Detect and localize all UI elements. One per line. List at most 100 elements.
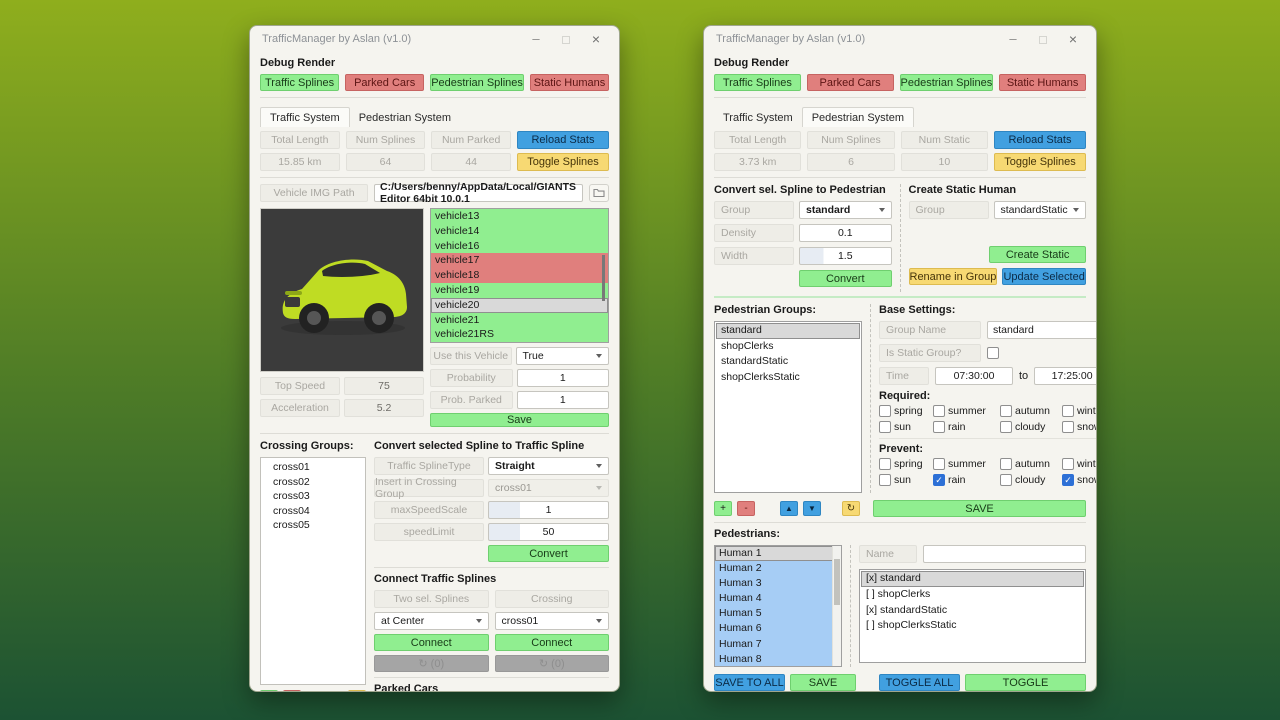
assignment-item[interactable]: [x] standardStatic xyxy=(861,603,1084,619)
vehicle-list-item[interactable]: vehicle19 xyxy=(431,283,608,298)
maximize-icon[interactable] xyxy=(551,26,581,52)
crossing-group-item[interactable]: cross03 xyxy=(261,489,365,504)
reload-stats-button[interactable]: Reload Stats xyxy=(994,131,1086,149)
move-group-up-button[interactable]: ▲ xyxy=(780,501,798,516)
pedestrian-group-item-selected[interactable]: standard xyxy=(716,323,860,339)
traffic-splines-toggle-button[interactable]: Traffic Splines xyxy=(260,74,339,91)
pedestrian-item-selected[interactable]: Human 1 xyxy=(715,546,833,561)
vehicle-list-item[interactable]: vehicle17 xyxy=(431,253,608,268)
max-speed-scale-field[interactable]: 1 xyxy=(488,501,609,519)
pedestrian-item[interactable]: Human 7 xyxy=(715,637,833,652)
required-winter-checkbox[interactable]: winter xyxy=(1062,405,1097,417)
pedestrian-group-item[interactable]: standardStatic xyxy=(716,354,860,370)
remove-crossing-group-button[interactable]: - xyxy=(283,690,301,692)
refresh-groups-button[interactable]: ↻ xyxy=(842,501,860,516)
toggle-splines-button[interactable]: Toggle Splines xyxy=(994,153,1086,171)
maximize-icon[interactable] xyxy=(1028,26,1058,52)
pedestrian-group-select[interactable]: standard xyxy=(799,201,892,219)
density-field[interactable]: 0.1 xyxy=(799,224,892,242)
pedestrian-item[interactable]: Human 2 xyxy=(715,561,833,576)
required-snow-checkbox[interactable]: snow xyxy=(1062,421,1097,433)
parked-cars-toggle-button[interactable]: Parked Cars xyxy=(807,74,894,91)
assignment-item[interactable]: [ ] shopClerks xyxy=(861,587,1084,603)
toggle-splines-button[interactable]: Toggle Splines xyxy=(517,153,609,171)
prob-parked-field[interactable]: 1 xyxy=(517,391,610,409)
save-to-all-button[interactable]: SAVE TO ALL xyxy=(714,674,785,691)
connect-crossing-select[interactable]: cross01 xyxy=(495,612,610,630)
prevent-autumn-checkbox[interactable]: autumn xyxy=(1000,458,1058,470)
vehicle-list-item[interactable]: vehicle16 xyxy=(431,239,608,254)
reload-stats-button[interactable]: Reload Stats xyxy=(517,131,609,149)
save-group-button[interactable]: SAVE xyxy=(873,500,1086,517)
add-pedestrian-group-button[interactable]: + xyxy=(714,501,732,516)
crossing-group-item[interactable]: cross04 xyxy=(261,504,365,519)
probability-field[interactable]: 1 xyxy=(517,369,610,387)
move-group-down-button[interactable]: ▼ xyxy=(803,501,821,516)
add-crossing-group-button[interactable]: + xyxy=(260,690,278,692)
width-field[interactable]: 1.5 xyxy=(799,247,892,265)
pedestrian-splines-toggle-button[interactable]: Pedestrian Splines xyxy=(900,74,994,91)
titlebar[interactable]: TrafficManager by Aslan (v1.0) – × xyxy=(250,26,619,52)
pedestrian-item[interactable]: Human 3 xyxy=(715,576,833,591)
vehicle-list-item[interactable]: vehicle21 xyxy=(431,313,608,328)
rename-in-group-button[interactable]: Rename in Group xyxy=(909,268,998,285)
use-vehicle-select[interactable]: True xyxy=(516,347,610,365)
static-humans-toggle-button[interactable]: Static Humans xyxy=(999,74,1086,91)
close-icon[interactable]: × xyxy=(1058,26,1088,52)
tab-traffic-system[interactable]: Traffic System xyxy=(260,107,350,127)
convert-spline-button[interactable]: Convert xyxy=(488,545,609,562)
required-sun-checkbox[interactable]: sun xyxy=(879,421,929,433)
vehicle-img-path-field[interactable]: C:/Users/benny/AppData/Local/GIANTS Edit… xyxy=(374,184,583,202)
pedestrian-name-field[interactable] xyxy=(923,545,1086,563)
minimize-icon[interactable]: – xyxy=(998,26,1028,52)
prevent-winter-checkbox[interactable]: winter xyxy=(1062,458,1097,470)
vehicle-list-scrollbar[interactable] xyxy=(602,255,605,301)
assignment-item-selected[interactable]: [x] standard xyxy=(861,571,1084,587)
tab-pedestrian-system[interactable]: Pedestrian System xyxy=(350,108,460,127)
pedestrians-scrollbar[interactable] xyxy=(832,546,841,666)
vehicle-list-item[interactable]: vehicle18 xyxy=(431,268,608,283)
prevent-snow-checkbox[interactable]: snow xyxy=(1062,474,1097,486)
prevent-summer-checkbox[interactable]: summer xyxy=(933,458,996,470)
crossing-group-item[interactable]: cross05 xyxy=(261,518,365,533)
create-static-button[interactable]: Create Static xyxy=(989,246,1086,263)
crossing-group-item[interactable]: cross02 xyxy=(261,475,365,490)
pedestrian-item[interactable]: Human 8 xyxy=(715,652,833,667)
pedestrian-group-item[interactable]: shopClerks xyxy=(716,339,860,355)
required-cloudy-checkbox[interactable]: cloudy xyxy=(1000,421,1058,433)
speed-limit-field[interactable]: 50 xyxy=(488,523,609,541)
toggle-all-button[interactable]: TOGGLE ALL xyxy=(879,674,960,691)
required-rain-checkbox[interactable]: rain xyxy=(933,421,996,433)
prevent-sun-checkbox[interactable]: sun xyxy=(879,474,929,486)
update-selected-button[interactable]: Update Selected xyxy=(1002,268,1086,285)
insert-crossing-group-select[interactable]: cross01 xyxy=(488,479,609,497)
required-autumn-checkbox[interactable]: autumn xyxy=(1000,405,1058,417)
scrollbar-thumb[interactable] xyxy=(834,559,840,605)
tab-traffic-system[interactable]: Traffic System xyxy=(714,108,802,127)
static-humans-toggle-button[interactable]: Static Humans xyxy=(530,74,609,91)
vehicle-list-item-selected[interactable]: vehicle20 xyxy=(431,298,608,313)
pedestrian-group-item[interactable]: shopClerksStatic xyxy=(716,370,860,386)
pedestrian-item[interactable]: Human 5 xyxy=(715,606,833,621)
remove-pedestrian-group-button[interactable]: - xyxy=(737,501,755,516)
is-static-group-checkbox[interactable] xyxy=(987,347,999,359)
undo-connect-splines-button[interactable]: ↻ (0) xyxy=(374,655,489,672)
vehicle-list-item[interactable]: vehicle14 xyxy=(431,224,608,239)
pedestrian-splines-toggle-button[interactable]: Pedestrian Splines xyxy=(430,74,524,91)
required-summer-checkbox[interactable]: summer xyxy=(933,405,996,417)
refresh-crossing-groups-button[interactable]: ↻ xyxy=(348,690,366,692)
titlebar[interactable]: TrafficManager by Aslan (v1.0) – × xyxy=(704,26,1096,52)
vehicle-list-item[interactable]: vehicle13 xyxy=(431,209,608,224)
static-group-select[interactable]: standardStatic xyxy=(994,201,1087,219)
connect-splines-button[interactable]: Connect xyxy=(374,634,489,651)
prevent-rain-checkbox[interactable]: rain xyxy=(933,474,996,486)
crossing-group-item[interactable]: cross01 xyxy=(261,460,365,475)
minimize-icon[interactable]: – xyxy=(521,26,551,52)
tab-pedestrian-system[interactable]: Pedestrian System xyxy=(802,107,914,127)
parked-cars-toggle-button[interactable]: Parked Cars xyxy=(345,74,424,91)
save-vehicle-button[interactable]: Save xyxy=(430,413,609,427)
pedestrian-item[interactable]: Human 4 xyxy=(715,591,833,606)
convert-pedestrian-button[interactable]: Convert xyxy=(799,270,892,287)
group-name-field[interactable]: standard xyxy=(987,321,1097,339)
required-spring-checkbox[interactable]: spring xyxy=(879,405,929,417)
